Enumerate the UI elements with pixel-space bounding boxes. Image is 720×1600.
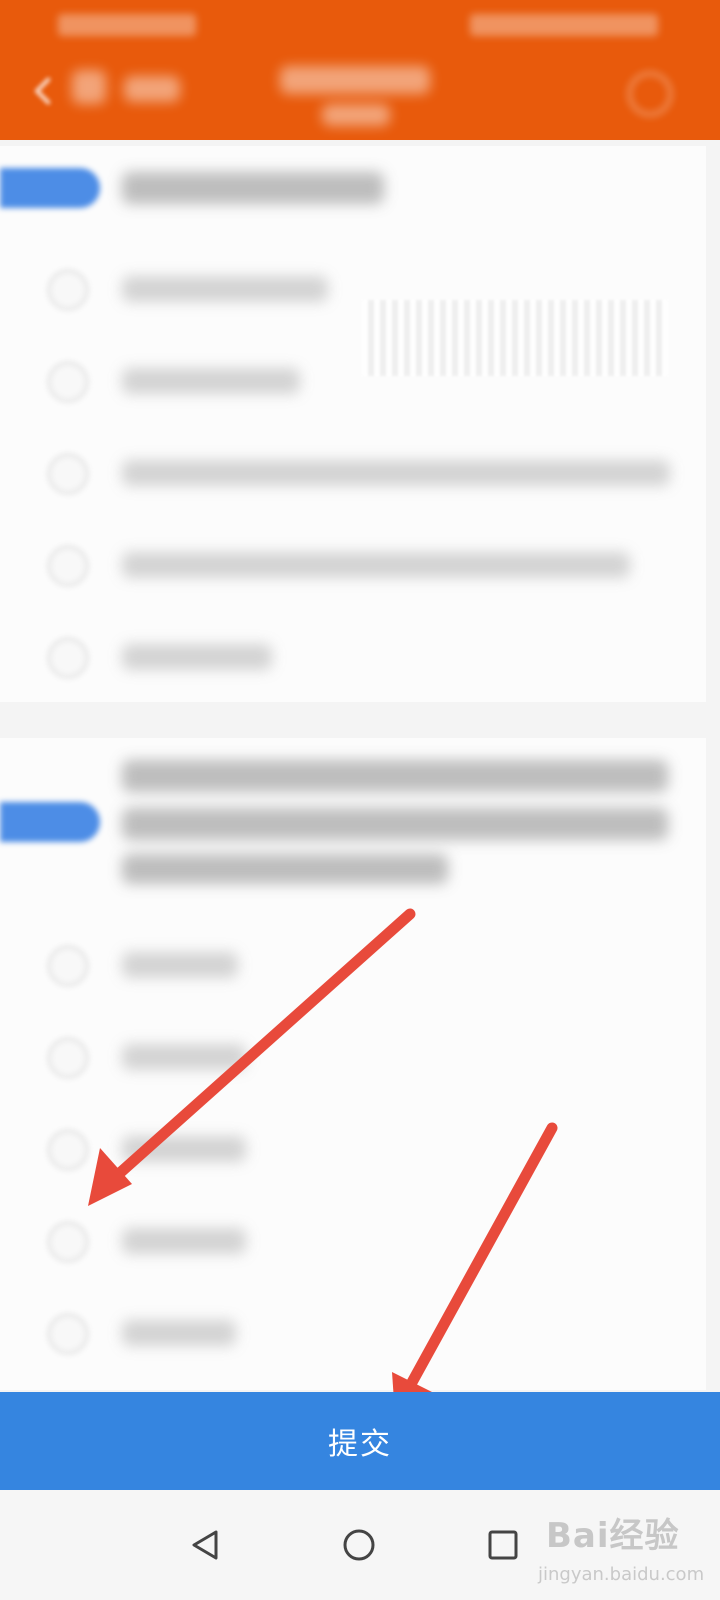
question-text-line-3 [122,854,448,884]
option-text-blurred [122,552,630,578]
option-text-blurred [122,1136,246,1162]
question-card-2 [0,738,706,1390]
chevron-left-icon [34,77,51,105]
status-bar [0,0,720,52]
option-text-blurred [122,1044,246,1070]
option-text-blurred [122,952,238,978]
option-text-blurred [122,460,670,486]
status-left-blurred [58,14,196,36]
question-card-1 [0,146,706,702]
back-button[interactable] [14,68,74,114]
square-recent-icon [488,1530,518,1560]
question-text-line-2 [122,808,668,840]
triangle-back-icon [192,1530,218,1560]
option-radio[interactable] [48,454,88,494]
option-radio[interactable] [48,1314,88,1354]
submit-button[interactable]: 提交 [0,1392,720,1490]
watermark-url: jingyan.baidu.com [538,1564,705,1585]
option-text-blurred [122,1320,236,1346]
option-radio[interactable] [48,1038,88,1078]
nav-recent-button[interactable] [478,1520,528,1570]
question-type-badge [0,168,100,208]
question-text-line-1 [122,760,668,792]
option-radio[interactable] [48,362,88,402]
option-text-blurred [122,644,272,670]
header-subtitle-blurred [322,104,390,126]
option-radio[interactable] [48,1130,88,1170]
circle-icon[interactable] [628,72,672,116]
question-type-badge [0,802,100,842]
watermark-logo: Bai经验 [546,1516,680,1556]
option-radio[interactable] [48,638,88,678]
option-radio[interactable] [48,1222,88,1262]
option-radio[interactable] [48,946,88,986]
option-text-blurred [122,1228,246,1254]
header-avatar-blurred [72,70,106,104]
app-header [0,52,720,140]
option-text-blurred [122,368,300,394]
nav-back-button[interactable] [180,1520,230,1570]
option-text-blurred [122,276,328,302]
question-text-blurred [122,172,384,204]
circle-home-icon [343,1529,375,1561]
baidu-jingyan-watermark: Bai经验 jingyan.baidu.com [538,1494,708,1594]
nav-home-button[interactable] [334,1520,384,1570]
background-stripe-artifact [362,300,668,376]
header-title-blurred [280,66,430,94]
status-right-blurred [470,14,658,36]
option-radio[interactable] [48,270,88,310]
header-label-blurred [124,76,180,102]
option-radio[interactable] [48,546,88,586]
